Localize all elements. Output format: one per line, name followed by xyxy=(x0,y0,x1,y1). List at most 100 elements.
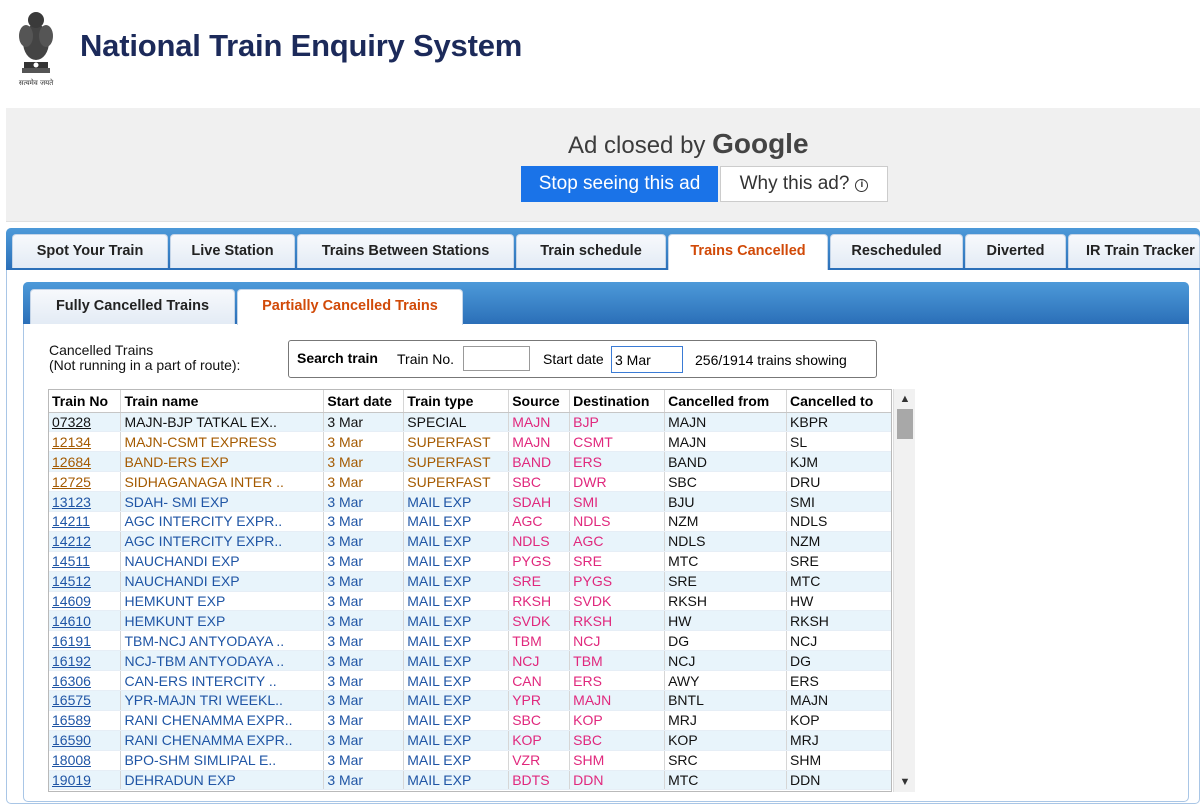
table-row[interactable]: 16575 YPR-MAJN TRI WEEKL.. 3 Mar MAIL EXP YP… xyxy=(49,690,891,711)
site-title: National Train Enquiry System xyxy=(80,28,523,63)
triangle-up-icon[interactable]: ▲ xyxy=(894,389,916,409)
stop-seeing-ad-button[interactable]: Stop seeing this ad xyxy=(521,166,718,202)
cell-train-no[interactable]: 12684 xyxy=(49,451,122,473)
cell-train-no[interactable]: 07328 xyxy=(49,412,122,433)
cell-train-no[interactable]: 16589 xyxy=(49,710,122,731)
cell-train-no[interactable]: 14212 xyxy=(49,531,122,552)
train-no-input[interactable] xyxy=(463,346,530,371)
cell-source: AGC xyxy=(508,511,571,532)
cell-source: VZR xyxy=(508,750,571,771)
tab-ir-train-tracker[interactable]: IR Train Tracker xyxy=(1068,234,1200,268)
col-header-train-no[interactable]: Train No xyxy=(49,390,122,413)
col-header-source[interactable]: Source xyxy=(508,390,571,413)
scrollbar-thumb[interactable] xyxy=(897,409,913,439)
cell-source: KOP xyxy=(508,730,571,751)
cell-train-no[interactable]: 14610 xyxy=(49,610,122,632)
col-header-cancelled-from[interactable]: Cancelled from xyxy=(664,390,788,413)
why-this-ad-button[interactable]: Why this ad? i xyxy=(720,166,888,202)
train-no-link[interactable]: 13123 xyxy=(52,494,91,510)
cell-train-no[interactable]: 16192 xyxy=(49,650,122,672)
table-row[interactable]: 19019 DEHRADUN EXP 3 Mar MAIL EXP BDTS DDN MTC… xyxy=(49,770,891,791)
train-no-link[interactable]: 19019 xyxy=(52,772,91,788)
tab-partially-cancelled-trains[interactable]: Partially Cancelled Trains xyxy=(237,289,463,325)
table-row[interactable]: 07328 MAJN-BJP TATKAL EX.. 3 Mar SPECIAL MAJ… xyxy=(49,412,891,433)
train-no-link[interactable]: 16192 xyxy=(52,653,91,669)
cell-train-type: SUPERFAST xyxy=(403,471,510,493)
table-row[interactable]: 12684 BAND-ERS EXP 3 Mar SUPERFAST BAND ERS BA… xyxy=(49,451,891,473)
cell-train-type: MAIL EXP xyxy=(403,630,510,652)
table-row[interactable]: 14212 AGC INTERCITY EXPR.. 3 Mar MAIL EXP ND… xyxy=(49,531,891,552)
table-row[interactable]: 14512 NAUCHANDI EXP 3 Mar MAIL EXP SRE PYGS SR… xyxy=(49,571,891,592)
table-row[interactable]: 13123 SDAH- SMI EXP 3 Mar MAIL EXP SDAH SMI BJ… xyxy=(49,491,891,512)
col-header-start-date[interactable]: Start date xyxy=(323,390,405,413)
cell-train-no[interactable]: 16575 xyxy=(49,690,122,711)
train-no-link[interactable]: 14610 xyxy=(52,613,91,629)
tab-fully-cancelled-trains[interactable]: Fully Cancelled Trains xyxy=(30,289,235,324)
tab-train-schedule[interactable]: Train schedule xyxy=(516,234,666,268)
train-no-link[interactable]: 16191 xyxy=(52,633,91,649)
cell-cancelled-to: SRE xyxy=(786,551,891,572)
col-header-train-name[interactable]: Train name xyxy=(120,390,325,413)
cell-start-date: 3 Mar xyxy=(323,471,405,493)
train-no-link[interactable]: 14212 xyxy=(52,533,91,549)
cell-train-name: YPR-MAJN TRI WEEKL.. xyxy=(120,690,325,711)
table-row[interactable]: 14211 AGC INTERCITY EXPR.. 3 Mar MAIL EXP AG… xyxy=(49,511,891,532)
train-no-link[interactable]: 14211 xyxy=(52,513,90,529)
table-row[interactable]: 16192 NCJ-TBM ANTYODAYA .. 3 Mar MAIL EXP NC… xyxy=(49,650,891,672)
train-no-label: Train No. xyxy=(397,351,455,367)
tab-rescheduled[interactable]: Rescheduled xyxy=(830,234,963,268)
cell-train-no[interactable]: 16191 xyxy=(49,630,122,652)
table-row[interactable]: 14609 HEMKUNT EXP 3 Mar MAIL EXP RKSH SVDK RKS… xyxy=(49,591,891,612)
cell-train-no[interactable]: 16306 xyxy=(49,670,122,691)
col-header-train-type[interactable]: Train type xyxy=(403,390,510,413)
cell-train-no[interactable]: 12725 xyxy=(49,471,122,493)
train-no-link[interactable]: 12684 xyxy=(52,454,91,470)
cell-cancelled-to: HW xyxy=(786,591,891,612)
cell-train-no[interactable]: 16590 xyxy=(49,730,122,751)
train-no-link[interactable]: 18008 xyxy=(52,752,91,768)
cell-train-no[interactable]: 19019 xyxy=(49,770,122,791)
tab-live-station[interactable]: Live Station xyxy=(170,234,295,268)
table-row[interactable]: 16589 RANI CHENAMMA EXPR.. 3 Mar MAIL EXP SB… xyxy=(49,710,891,731)
tab-trains-between-stations[interactable]: Trains Between Stations xyxy=(297,234,514,268)
tab-spot-your-train[interactable]: Spot Your Train xyxy=(12,234,168,268)
cell-train-no[interactable]: 14609 xyxy=(49,591,122,612)
train-no-link[interactable]: 07328 xyxy=(52,414,91,430)
table-row[interactable]: 16306 CAN-ERS INTERCITY .. 3 Mar MAIL EXP CA… xyxy=(49,670,891,691)
train-no-link[interactable]: 12725 xyxy=(52,474,91,490)
cell-train-type: MAIL EXP xyxy=(403,750,510,771)
train-no-link[interactable]: 16306 xyxy=(52,673,91,689)
cell-start-date: 3 Mar xyxy=(323,770,405,791)
tab-diverted[interactable]: Diverted xyxy=(965,234,1066,268)
cell-cancelled-from: NDLS xyxy=(664,531,788,552)
train-no-link[interactable]: 12134 xyxy=(52,434,91,450)
train-no-link[interactable]: 14512 xyxy=(52,573,91,589)
info-icon: i xyxy=(855,179,869,192)
col-header-destination[interactable]: Destination xyxy=(569,390,666,413)
table-body: 07328 MAJN-BJP TATKAL EX.. 3 Mar SPECIAL MAJ… xyxy=(49,412,891,791)
cell-train-no[interactable]: 12134 xyxy=(49,431,122,453)
triangle-down-icon[interactable]: ▼ xyxy=(894,772,916,792)
cell-train-no[interactable]: 14211 xyxy=(49,511,122,532)
table-row[interactable]: 14511 NAUCHANDI EXP 3 Mar MAIL EXP PYGS SRE MT… xyxy=(49,551,891,572)
start-date-input[interactable] xyxy=(611,346,683,373)
train-no-link[interactable]: 16589 xyxy=(52,712,91,728)
cell-train-no[interactable]: 18008 xyxy=(49,750,122,771)
cell-train-no[interactable]: 14512 xyxy=(49,571,122,592)
train-no-link[interactable]: 16590 xyxy=(52,732,91,748)
train-no-link[interactable]: 16575 xyxy=(52,692,91,708)
cell-train-no[interactable]: 14511 xyxy=(49,551,122,572)
table-row[interactable]: 12134 MAJN-CSMT EXPRESS 3 Mar SUPERFAST MAJN… xyxy=(49,431,891,453)
train-no-link[interactable]: 14609 xyxy=(52,593,91,609)
table-row[interactable]: 12725 SIDHAGANAGA INTER .. 3 Mar SUPERFAST S… xyxy=(49,471,891,493)
table-row[interactable]: 18008 BPO-SHM SIMLIPAL E.. 3 Mar MAIL EXP VZ… xyxy=(49,750,891,771)
table-row[interactable]: 16191 TBM-NCJ ANTYODAYA .. 3 Mar MAIL EXP TB… xyxy=(49,630,891,652)
col-header-cancelled-to[interactable]: Cancelled to xyxy=(786,390,891,413)
cell-train-no[interactable]: 13123 xyxy=(49,491,122,512)
tab-trains-cancelled[interactable]: Trains Cancelled xyxy=(668,234,828,270)
table-row[interactable]: 16590 RANI CHENAMMA EXPR.. 3 Mar MAIL EXP KO… xyxy=(49,730,891,751)
train-no-link[interactable]: 14511 xyxy=(52,553,90,569)
table-scrollbar[interactable]: ▲ ▼ xyxy=(893,389,915,792)
table-row[interactable]: 14610 HEMKUNT EXP 3 Mar MAIL EXP SVDK RKSH HW R… xyxy=(49,610,891,632)
cell-train-type: MAIL EXP xyxy=(403,531,510,552)
